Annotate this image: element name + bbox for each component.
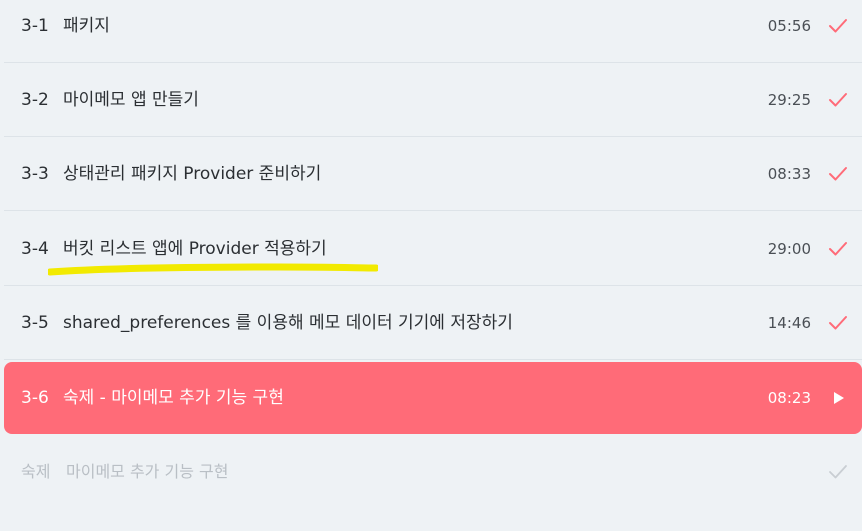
lesson-duration: 29:25 — [767, 91, 811, 109]
lesson-number: 3-1 — [21, 16, 49, 36]
lesson-row-3-5[interactable]: 3-5 shared_preferences 를 이용해 메모 데이터 기기에 … — [4, 287, 862, 360]
check-icon — [829, 93, 847, 107]
lesson-duration: 08:33 — [767, 165, 811, 183]
check-icon — [829, 316, 847, 330]
check-icon — [829, 465, 847, 479]
lesson-number: 3-4 — [21, 239, 49, 259]
lesson-duration: 14:46 — [767, 314, 811, 332]
lesson-title: shared_preferences 를 이용해 메모 데이터 기기에 저장하기 — [63, 313, 513, 333]
quiz-title: 마이메모 추가 기능 구현 — [66, 462, 229, 481]
play-icon[interactable] — [828, 388, 848, 408]
quiz-row[interactable]: 숙제 마이메모 추가 기능 구현 — [4, 436, 862, 508]
lesson-title: 숙제 - 마이메모 추가 기능 구현 — [63, 388, 284, 408]
lesson-number: 3-2 — [21, 90, 49, 110]
lesson-row-3-6-active[interactable]: 3-6 숙제 - 마이메모 추가 기능 구현 08:23 — [4, 362, 862, 434]
lesson-row-3-1[interactable]: 3-1 패키지 05:56 — [4, 0, 862, 63]
check-icon — [829, 167, 847, 181]
lesson-number: 3-6 — [21, 388, 49, 408]
lesson-duration: 05:56 — [767, 17, 811, 35]
highlighter-mark — [48, 263, 378, 276]
lesson-number: 3-5 — [21, 313, 49, 333]
check-icon — [829, 242, 847, 256]
quiz-label: 숙제 — [21, 462, 51, 481]
lesson-duration: 08:23 — [767, 389, 811, 407]
lesson-row-3-2[interactable]: 3-2 마이메모 앱 만들기 29:25 — [4, 64, 862, 137]
lesson-title: 패키지 — [63, 16, 110, 36]
lesson-title: 마이메모 앱 만들기 — [63, 90, 199, 110]
lesson-list: 3-1 패키지 05:56 3-2 마이메모 앱 만들기 29:25 3-3 상… — [0, 0, 862, 531]
lesson-row-3-3[interactable]: 3-3 상태관리 패키지 Provider 준비하기 08:33 — [4, 138, 862, 211]
lesson-number: 3-3 — [21, 164, 49, 184]
lesson-title: 상태관리 패키지 Provider 준비하기 — [63, 164, 322, 184]
lesson-duration: 29:00 — [767, 240, 811, 258]
check-icon — [829, 19, 847, 33]
